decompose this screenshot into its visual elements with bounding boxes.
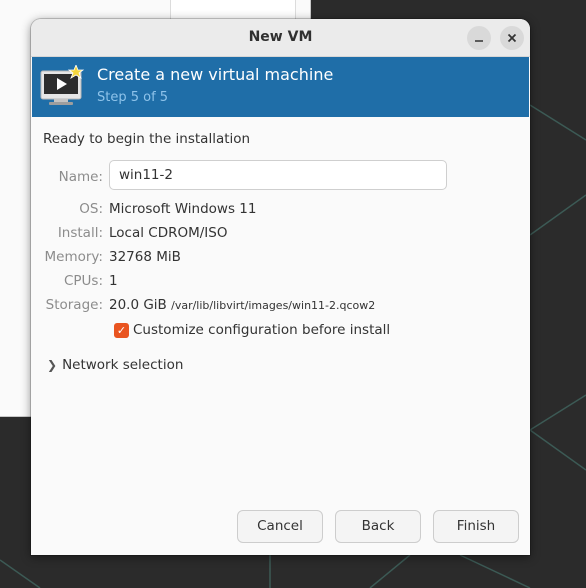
banner-step: Step 5 of 5 <box>97 90 169 105</box>
os-value: Microsoft Windows 11 <box>109 201 257 217</box>
install-value: Local CDROM/ISO <box>109 225 228 241</box>
customize-label[interactable]: Customize configuration before install <box>133 322 390 338</box>
banner-title: Create a new virtual machine <box>97 65 334 84</box>
name-label: Name: <box>58 169 103 185</box>
finish-button[interactable]: Finish <box>433 510 519 543</box>
memory-value: 32768 MiB <box>109 249 181 265</box>
wizard-banner: Create a new virtual machine Step 5 of 5 <box>32 57 529 117</box>
memory-label: Memory: <box>44 249 103 265</box>
close-icon[interactable] <box>500 26 524 50</box>
window-title: New VM <box>248 29 313 45</box>
cancel-button[interactable]: Cancel <box>237 510 323 543</box>
cpus-value: 1 <box>109 273 118 289</box>
cpus-label: CPUs: <box>63 273 103 289</box>
name-field[interactable] <box>109 160 447 190</box>
storage-value: 20.0 GiB /var/lib/libvirt/images/win11-2… <box>109 297 375 313</box>
titlebar[interactable]: New VM <box>31 19 530 57</box>
os-label: OS: <box>79 201 103 217</box>
new-vm-dialog: New VM Create a new virtual machine Step… <box>31 19 530 555</box>
storage-label: Storage: <box>45 297 103 313</box>
storage-path: /var/lib/libvirt/images/win11-2.qcow2 <box>171 299 376 312</box>
customize-checkbox[interactable]: ✓ <box>114 323 129 338</box>
storage-size: 20.0 GiB <box>109 297 167 313</box>
minimize-icon[interactable] <box>467 26 491 50</box>
network-selection-label: Network selection <box>62 357 184 373</box>
install-label: Install: <box>57 225 103 241</box>
summary-heading: Ready to begin the installation <box>43 131 251 147</box>
back-button[interactable]: Back <box>335 510 421 543</box>
chevron-right-icon: ❯ <box>47 358 58 372</box>
vm-monitor-icon <box>40 65 85 105</box>
network-selection-expander[interactable]: ❯ Network selection <box>47 357 183 373</box>
